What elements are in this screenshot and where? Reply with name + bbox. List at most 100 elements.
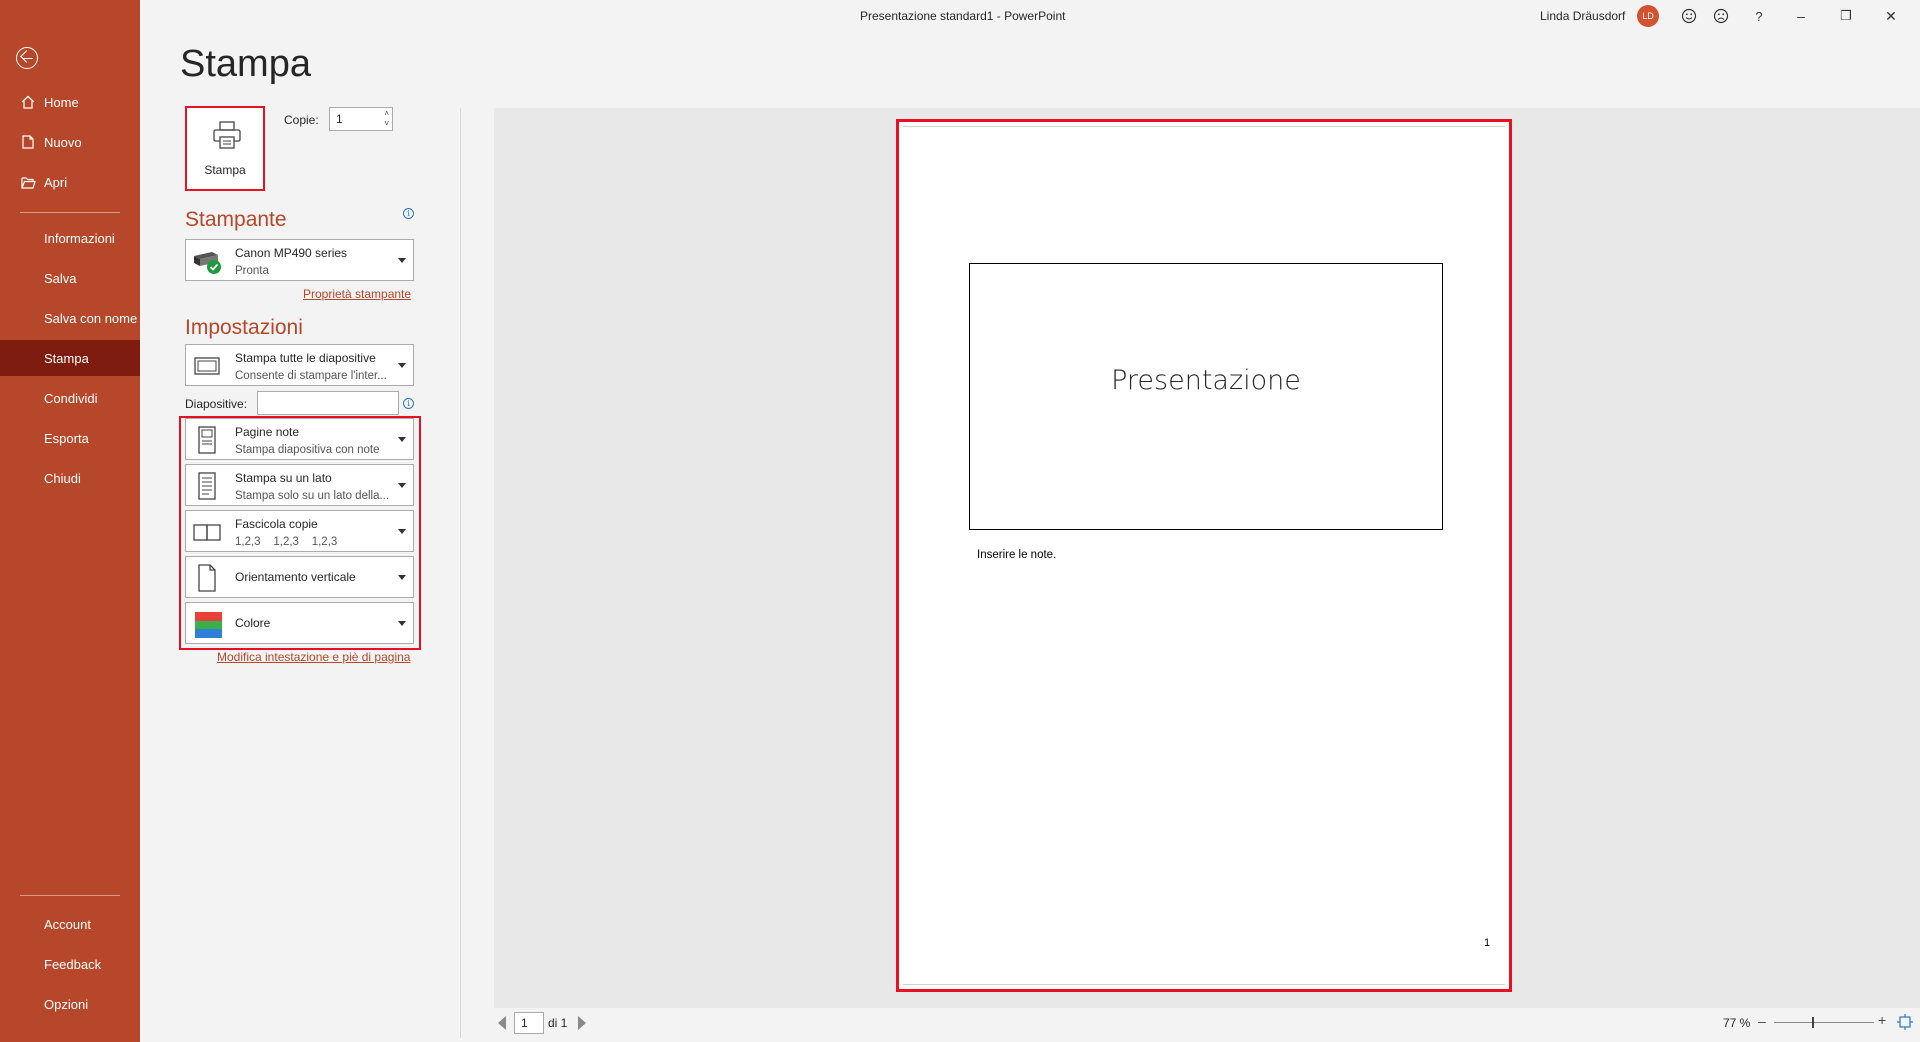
nav-label: Home	[44, 94, 79, 110]
zoom-slider-thumb[interactable]	[1812, 1017, 1814, 1028]
info-icon[interactable]: i	[403, 208, 414, 219]
nav-item-salva-con-nome[interactable]: Salva con nome	[0, 300, 140, 336]
slide-title: Presentazione	[1111, 365, 1301, 396]
notes-text: Inserire le note.	[977, 549, 1057, 561]
chevron-down-icon	[398, 529, 406, 534]
color-swatch-icon	[192, 609, 222, 639]
printer-properties-link[interactable]: Proprietà stampante	[303, 287, 411, 301]
nav-item-nuovo[interactable]: Nuovo	[0, 124, 140, 160]
printer-status: Pronta	[235, 265, 269, 277]
copies-label: Copie:	[284, 113, 319, 127]
collate-icon	[192, 517, 222, 547]
page-bottom-rule	[903, 984, 1505, 985]
copies-value: 1	[336, 112, 343, 126]
zoom-in-icon[interactable]: +	[1878, 1012, 1886, 1028]
fit-to-window-icon[interactable]	[1897, 1014, 1913, 1030]
previous-page-icon[interactable]	[498, 1016, 506, 1030]
collate-title: Fascicola copie	[235, 517, 318, 531]
next-page-icon[interactable]	[578, 1016, 586, 1030]
chevron-down-icon	[398, 483, 406, 488]
avatar[interactable]: LD	[1637, 5, 1659, 27]
home-icon	[20, 94, 36, 110]
close-icon[interactable]: ✕	[1880, 5, 1902, 27]
zoom-slider[interactable]	[1774, 1022, 1874, 1023]
sides-dropdown[interactable]: Stampa su un lato Stampa solo su un lato…	[185, 464, 414, 506]
user-name[interactable]: Linda Dräusdorf	[1540, 9, 1625, 23]
nav-item-feedback[interactable]: Feedback	[0, 946, 140, 982]
nav-label: Salva	[44, 270, 77, 286]
chevron-down-icon	[398, 437, 406, 442]
nav-item-home[interactable]: Home	[0, 84, 140, 120]
nav-label: Esporta	[44, 430, 89, 446]
title-bar: Presentazione standard1 - PowerPoint Lin…	[140, 0, 1920, 32]
collate-dropdown[interactable]: Fascicola copie 1,2,3 1,2,3 1,2,3	[185, 510, 414, 552]
nav-item-account[interactable]: Account	[0, 906, 140, 942]
sides-subtitle: Stampa solo su un lato della...	[235, 490, 390, 502]
nav-item-condividi[interactable]: Condividi	[0, 380, 140, 416]
back-arrow-icon[interactable]	[16, 47, 38, 69]
page-number-input[interactable]: 1	[514, 1012, 544, 1034]
nav-label: Chiudi	[44, 470, 81, 486]
restore-icon[interactable]: ❐	[1835, 5, 1857, 27]
print-range-subtitle: Consente di stampare l'inter...	[235, 370, 387, 382]
collate-subtitle: 1,2,3 1,2,3 1,2,3	[235, 536, 338, 548]
nav-item-stampa[interactable]: Stampa	[0, 340, 140, 376]
page-title: Stampa	[180, 43, 311, 85]
all-slides-icon	[192, 351, 222, 381]
print-button[interactable]: Stampa	[185, 106, 265, 191]
print-range-title: Stampa tutte le diapositive	[235, 351, 376, 365]
nav-label: Feedback	[44, 956, 102, 972]
sides-title: Stampa su un lato	[235, 471, 332, 485]
page-top-rule	[903, 126, 1505, 127]
nav-item-apri[interactable]: Apri	[0, 164, 140, 200]
slides-input[interactable]	[257, 391, 399, 415]
new-document-icon	[20, 134, 36, 150]
printer-ready-icon	[192, 246, 222, 276]
portrait-page-icon	[192, 563, 222, 593]
slide-thumbnail: Presentazione	[969, 263, 1443, 530]
copies-stepper[interactable]: 1 ˄ ˅	[329, 107, 393, 131]
header-footer-link[interactable]: Modifica intestazione e piè di pagina	[217, 650, 410, 664]
smiley-icon[interactable]	[1678, 5, 1700, 27]
zoom-level[interactable]: 77 %	[1723, 1016, 1750, 1030]
print-range-dropdown[interactable]: Stampa tutte le diapositive Consente di …	[185, 344, 414, 386]
printer-name: Canon MP490 series	[235, 246, 348, 260]
slides-label: Diapositive:	[185, 397, 248, 411]
print-button-label: Stampa	[204, 163, 246, 177]
zoom-out-icon[interactable]: –	[1758, 1013, 1766, 1029]
page-number: 1	[1484, 937, 1491, 949]
printer-icon	[212, 120, 242, 155]
nav-item-opzioni[interactable]: Opzioni	[0, 986, 140, 1022]
nav-item-informazioni[interactable]: Informazioni	[0, 220, 140, 256]
preview-page: Presentazione Inserire le note. 1	[896, 119, 1512, 992]
preview-status-bar: 1 di 1 77 % – +	[494, 1010, 1920, 1036]
nav-label: Stampa	[44, 350, 89, 366]
nav-label: Salva con nome	[44, 310, 138, 326]
settings-heading: Impostazioni	[185, 316, 303, 339]
orientation-dropdown[interactable]: Orientamento verticale	[185, 556, 414, 598]
nav-item-chiudi[interactable]: Chiudi	[0, 460, 140, 496]
help-icon[interactable]: ?	[1748, 5, 1770, 27]
notes-page-icon	[192, 425, 222, 455]
nav-label: Account	[44, 916, 91, 932]
open-folder-icon	[20, 174, 36, 190]
info-icon[interactable]: i	[403, 398, 414, 409]
color-dropdown[interactable]: Colore	[185, 602, 414, 644]
minimize-icon[interactable]: –	[1790, 5, 1812, 27]
layout-dropdown[interactable]: Pagine note Stampa diapositiva con note	[185, 418, 414, 460]
orientation-title: Orientamento verticale	[235, 570, 356, 584]
nav-label: Apri	[44, 174, 68, 190]
nav-label: Nuovo	[44, 134, 82, 150]
chevron-down-icon	[398, 258, 406, 263]
frown-icon[interactable]	[1710, 5, 1732, 27]
nav-item-esporta[interactable]: Esporta	[0, 420, 140, 456]
printer-dropdown[interactable]: Canon MP490 series Pronta	[185, 239, 414, 281]
nav-separator	[20, 212, 120, 213]
spin-arrows-icon[interactable]: ˄ ˅	[384, 109, 389, 129]
one-side-icon	[192, 471, 222, 501]
color-title: Colore	[235, 616, 271, 630]
document-title: Presentazione standard1 - PowerPoint	[860, 9, 1066, 23]
page-count: di 1	[548, 1016, 568, 1030]
layout-subtitle: Stampa diapositiva con note	[235, 444, 380, 456]
nav-item-salva[interactable]: Salva	[0, 260, 140, 296]
